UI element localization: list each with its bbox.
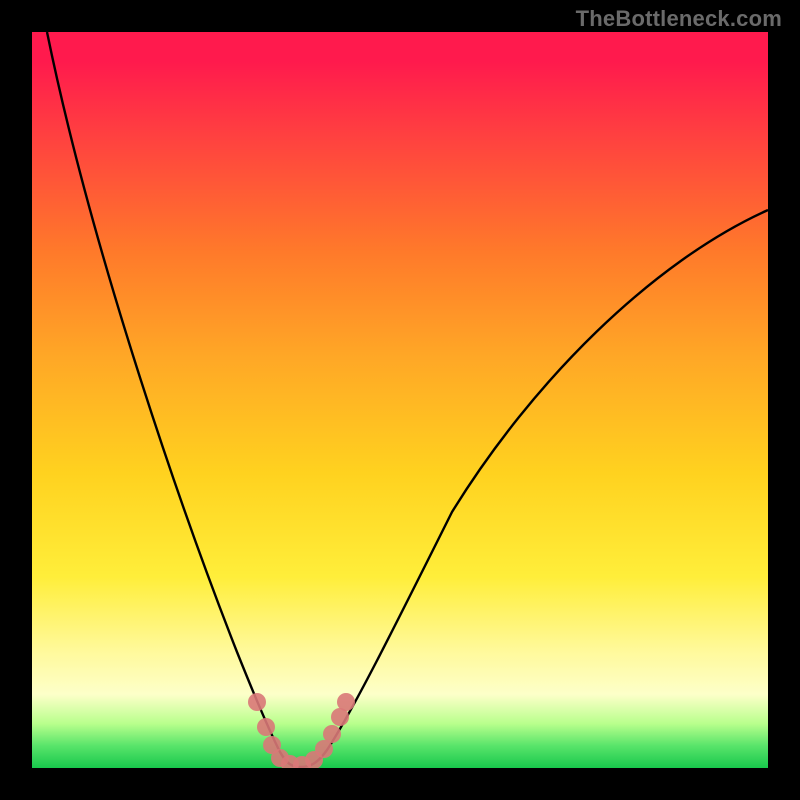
- watermark-text: TheBottleneck.com: [576, 6, 782, 32]
- highlight-dot: [248, 693, 266, 711]
- bottleneck-curve-path: [47, 32, 768, 767]
- chart-plot-area: [32, 32, 768, 768]
- bottleneck-chart: [32, 32, 768, 768]
- highlight-dots-group: [248, 693, 355, 768]
- highlight-dot: [257, 718, 275, 736]
- highlight-dot: [337, 693, 355, 711]
- highlight-dot: [323, 725, 341, 743]
